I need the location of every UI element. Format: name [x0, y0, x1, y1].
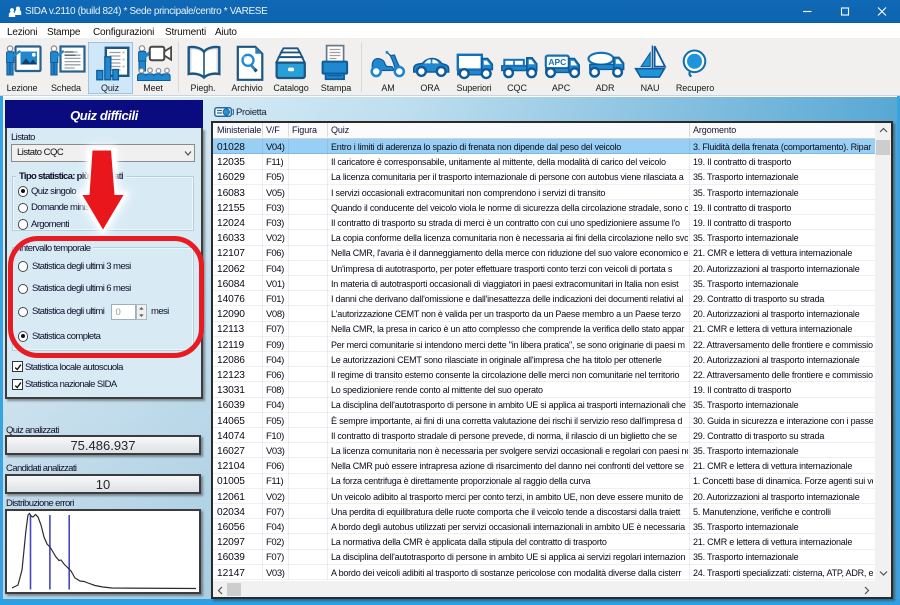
svg-text:APC: APC	[548, 57, 566, 67]
